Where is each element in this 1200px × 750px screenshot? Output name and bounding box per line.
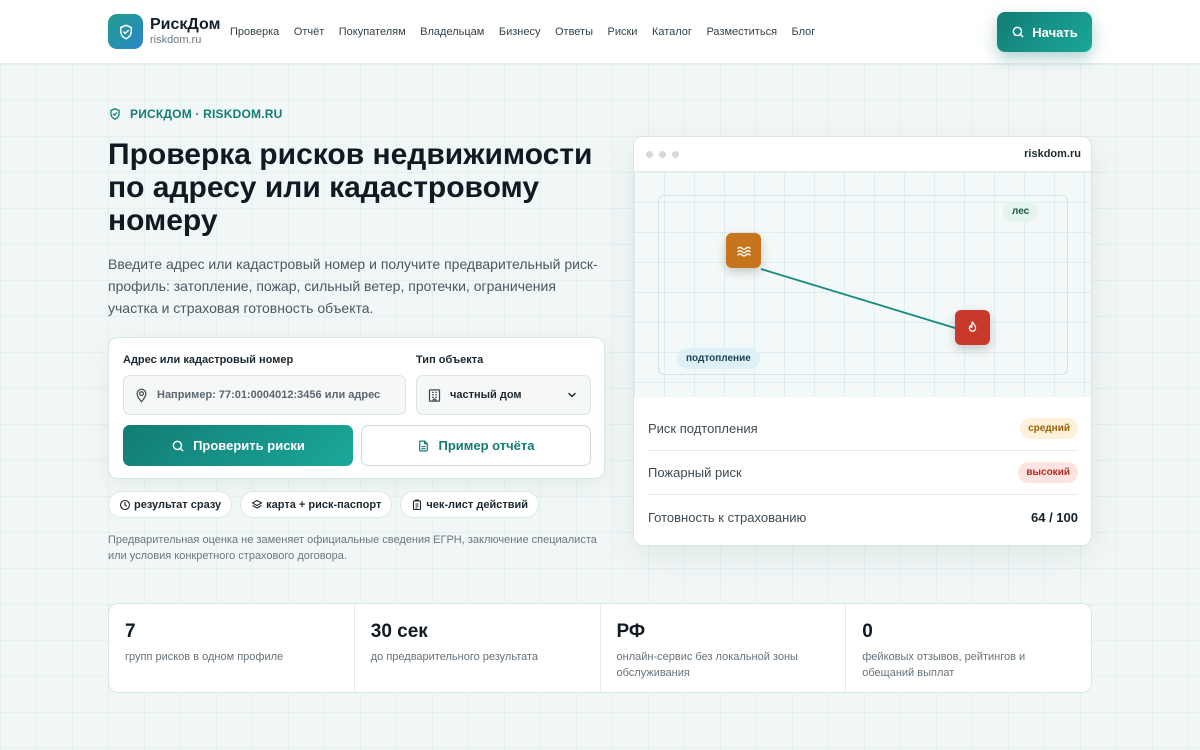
sample-report-button[interactable]: Пример отчёта [361, 425, 591, 466]
check-form: Адрес или кадастровый номер Тип объекта … [108, 337, 605, 479]
nav-owners[interactable]: Владельцам [420, 26, 484, 38]
stat-description: до предварительного результата [370, 651, 539, 663]
nav-answers[interactable]: Ответы [555, 26, 593, 38]
clipboard-icon [413, 498, 422, 510]
preview-host: riskdom.ru [1024, 148, 1081, 160]
main-nav: Проверка Отчёт Покупателям Владельцам Би… [230, 0, 815, 64]
document-icon [419, 440, 429, 451]
feature-chips: результат сразу карта + риск-паспорт чек… [108, 491, 539, 518]
stat-risk-groups: 7 групп рисков в одном профиле [109, 604, 355, 692]
risk-row-insurance: Готовность к страхованию 64 / 100 [648, 495, 1078, 539]
insurance-score: 64 / 100 [1031, 509, 1078, 525]
layers-icon [252, 499, 263, 509]
search-icon [172, 440, 184, 451]
chevron-down-icon [568, 392, 576, 398]
nav-business[interactable]: Бизнесу [499, 26, 541, 38]
risk-row-flood: Риск подтопления средний [648, 407, 1078, 451]
nav-blog[interactable]: Блог [792, 26, 816, 38]
window-dot [672, 151, 679, 158]
check-risks-button[interactable]: Проверить риски [123, 425, 353, 466]
nav-catalog[interactable]: Каталог [652, 26, 692, 38]
page-title: Проверка рисков недвижимости по адресу и… [108, 138, 593, 237]
nav-risks[interactable]: Риски [607, 26, 637, 38]
logo[interactable] [108, 14, 143, 49]
fire-marker[interactable] [955, 310, 990, 345]
chip-label: результат сразу [134, 498, 222, 511]
start-button[interactable]: Начать [997, 12, 1092, 52]
risk-row-label: Готовность к страхованию [648, 509, 807, 525]
hero-lead: Введите адрес или кадастровый номер и по… [108, 256, 598, 316]
chip-map: карта + риск-паспорт [240, 491, 393, 518]
clock-icon [119, 499, 131, 510]
risk-level-badge: высокий [1018, 462, 1078, 483]
sample-report-label: Пример отчёта [438, 438, 535, 453]
flame-icon [968, 321, 977, 332]
map-tag-forest: лес [1003, 201, 1039, 222]
stat-number: РФ [616, 621, 646, 642]
stat-fake-reviews: 0 фейковых отзывов, рейтингов и обещаний… [846, 604, 1091, 692]
brand[interactable]: РискДом riskdom.ru [150, 16, 220, 47]
search-icon [1012, 26, 1024, 38]
stat-description: групп рисков в одном профиле [125, 651, 284, 663]
risk-summary: Риск подтопления средний Пожарный риск в… [648, 407, 1078, 539]
chip-label: карта + риск-паспорт [266, 498, 382, 511]
eyebrow-text: РИСКДОМ · RISKDOM.RU [130, 107, 283, 121]
site-header: РискДом riskdom.ru Проверка Отчёт Покупа… [0, 0, 1200, 64]
stat-number: 30 сек [370, 621, 428, 642]
chip-instant: результат сразу [108, 491, 233, 518]
chip-checklist: чек-лист действий [400, 491, 539, 518]
start-button-label: Начать [1032, 24, 1078, 40]
address-field[interactable] [123, 375, 406, 415]
risk-row-label: Пожарный риск [648, 465, 742, 480]
eyebrow: РИСКДОМ · RISKDOM.RU [108, 107, 283, 121]
nav-place[interactable]: Разместиться [706, 26, 777, 38]
address-label: Адрес или кадастровый номер [123, 354, 294, 366]
window-dot [659, 151, 666, 158]
brand-title: РискДом [150, 16, 221, 33]
risk-row-fire: Пожарный риск высокий [648, 451, 1078, 495]
stat-description: онлайн-сервис без локальной зоны обслужи… [616, 651, 798, 679]
flood-marker[interactable] [726, 233, 761, 268]
type-select-value: частный дом [450, 389, 522, 401]
risk-level-badge: средний [1020, 418, 1078, 439]
stats-bar: 7 групп рисков в одном профиле 30 сек до… [108, 603, 1092, 693]
stat-time: 30 сек до предварительного результата [355, 604, 601, 692]
nav-buyers[interactable]: Покупателям [339, 26, 406, 38]
chip-label: чек-лист действий [426, 498, 528, 511]
type-select[interactable]: частный дом [416, 375, 591, 415]
stat-coverage: РФ онлайн-сервис без локальной зоны обсл… [601, 604, 847, 692]
waves-icon [736, 246, 751, 257]
preview-window-bar: riskdom.ru [634, 137, 1091, 172]
type-label: Тип объекта [416, 354, 484, 366]
location-user-icon [136, 388, 147, 402]
building-icon [428, 388, 441, 402]
nav-check[interactable]: Проверка [230, 26, 279, 38]
risk-row-label: Риск подтопления [648, 421, 758, 436]
brand-domain: riskdom.ru [150, 34, 202, 46]
check-risks-label: Проверить риски [193, 438, 305, 453]
map-tag-flood: подтопление [677, 348, 760, 369]
stat-description: фейковых отзывов, рейтингов и обещаний в… [862, 651, 1026, 679]
shield-icon [119, 24, 132, 39]
report-preview: riskdom.ru лес подтопление Риск подтопле… [633, 136, 1092, 546]
nav-report[interactable]: Отчёт [294, 26, 324, 38]
disclaimer: Предварительная оценка не заменяет офици… [108, 534, 597, 562]
stat-number: 7 [125, 621, 136, 642]
window-dot [646, 151, 653, 158]
address-input[interactable] [157, 389, 397, 401]
stat-number: 0 [862, 621, 873, 642]
shield-check-icon [110, 108, 120, 120]
